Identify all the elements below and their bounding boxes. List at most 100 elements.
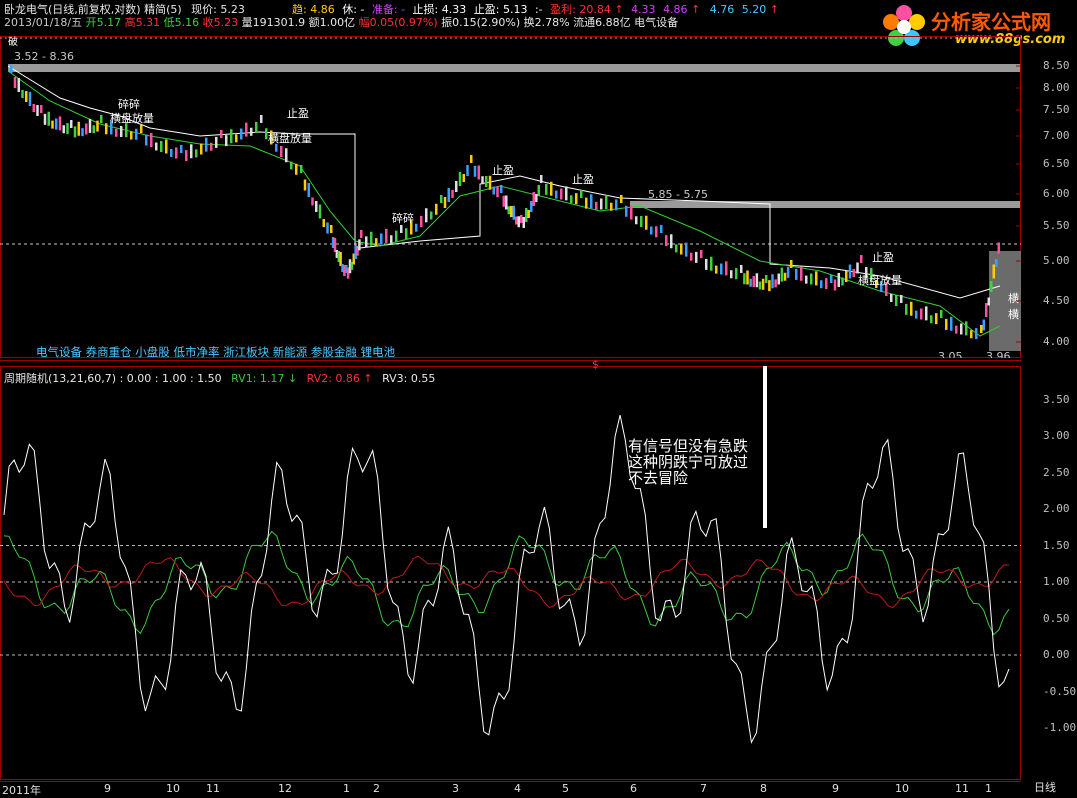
candle [841, 277, 844, 286]
candle [600, 198, 603, 210]
candle [160, 141, 163, 152]
candle [58, 116, 62, 131]
candle [845, 271, 848, 282]
quote-close: 收5.23 [202, 16, 239, 29]
candle [905, 303, 908, 315]
indicator-tick-label: 3.50 [1043, 392, 1070, 406]
candle [815, 271, 818, 286]
label-stop-3: 止盈 [572, 173, 594, 186]
candle [175, 147, 178, 159]
candle [660, 225, 663, 233]
value-2: 4.86 [663, 3, 688, 16]
candle [665, 235, 668, 247]
candle [752, 276, 755, 287]
candle [761, 278, 765, 290]
time-axis-label: 1 [985, 782, 992, 795]
candle [155, 142, 158, 151]
candle [520, 215, 523, 223]
period-label[interactable]: 日线 [1034, 781, 1056, 794]
time-axis-label: 10 [166, 782, 180, 795]
candle [950, 316, 953, 331]
price-chart-panel[interactable]: 破 碎碎 横盘放量 止盈 横盘放量 碎碎 止盈 止盈 止盈 横盘放量 横 横 3… [0, 36, 1021, 358]
candle [560, 188, 563, 200]
candle [150, 133, 153, 147]
quote-volume: 量191301.9 [241, 16, 306, 29]
time-axis[interactable]: 2011年 9 10 11 12 1 2 3 4 5 6 7 8 9 10 11 1 [0, 781, 1021, 797]
note-line-1: 有信号但没有急跌 [628, 437, 749, 455]
candle [890, 294, 893, 302]
candle [66, 123, 69, 135]
candle [545, 183, 548, 195]
annotation-note: 有信号但没有急跌 这种阴跌宁可放过 不去冒险 [628, 438, 748, 486]
candle [51, 120, 54, 129]
time-axis-label: 12 [278, 782, 292, 795]
indicator-chart-panel[interactable] [0, 366, 1021, 780]
candle [915, 310, 918, 319]
candle [783, 272, 787, 281]
candle [997, 242, 1000, 254]
concept-tags[interactable]: 电气设备 券商重仓 小盘股 低市净率 浙江板块 新能源 参股金融 锂电池 [36, 344, 395, 360]
candle [960, 323, 963, 335]
candle [655, 226, 658, 238]
logo-title: 分析家公式网 [931, 10, 1051, 34]
candle [333, 238, 337, 252]
candle [735, 268, 738, 280]
candle [925, 306, 928, 321]
candle [780, 267, 784, 282]
candle [458, 172, 462, 186]
time-axis-label: 5 [562, 782, 569, 795]
candle [290, 161, 293, 170]
price-tick-label: 6.50 [1043, 157, 1070, 170]
candle [575, 193, 578, 205]
value-3: 4.76 [709, 3, 735, 16]
candle [510, 206, 513, 217]
label-stop-4: 止盈 [872, 251, 894, 264]
candle [330, 225, 333, 233]
candle [940, 310, 943, 318]
candle [570, 195, 573, 204]
candle [530, 201, 533, 212]
price-tick-label: 8.50 [1043, 59, 1070, 72]
stock-title[interactable]: 卧龙电气(日线,前复权,对数) 精简(5) [4, 3, 182, 16]
candle [496, 186, 499, 198]
value-1: 4.33 [631, 3, 656, 16]
quote-high: 高5.31 [124, 16, 161, 29]
candle [43, 113, 47, 125]
candle [715, 265, 718, 274]
candle [848, 264, 852, 279]
candle [743, 273, 746, 285]
candle [470, 155, 473, 163]
candle [975, 328, 978, 340]
candle [235, 134, 238, 143]
value-4: 5.20 [741, 3, 767, 16]
candle [535, 194, 538, 202]
candle [522, 217, 525, 228]
candle [790, 260, 793, 268]
candle [635, 216, 638, 225]
indicator-tick-label: 1.00 [1043, 575, 1070, 588]
candle [205, 137, 208, 152]
takeprofit-label: 止盈: 5.13 [473, 3, 528, 16]
candle [466, 165, 469, 176]
candle [36, 105, 39, 116]
time-axis-label: 3 [452, 782, 459, 795]
quote-turnover: 换2.78% [523, 16, 570, 29]
candle [965, 321, 968, 336]
candle [825, 278, 828, 290]
label-breakout: 破 [8, 36, 18, 48]
up-arrow-icon: ↑ [769, 3, 779, 16]
price-tick-label: 5.00 [1043, 254, 1070, 267]
candle [585, 197, 588, 209]
range-top-label: 3.52 - 8.36 [14, 50, 74, 63]
candle [315, 201, 318, 212]
candle [856, 262, 859, 274]
candle [777, 273, 780, 285]
price-tick-label: 8.00 [1043, 81, 1070, 94]
candle [390, 235, 393, 244]
candle [749, 278, 752, 287]
candle [13, 77, 17, 88]
price-tick-label: 5.50 [1043, 219, 1070, 232]
indicator-tick-label: -1.00 [1043, 721, 1077, 734]
ready-label: 准备: - [371, 3, 406, 16]
price-label: 现价: 5.23 [191, 3, 245, 16]
